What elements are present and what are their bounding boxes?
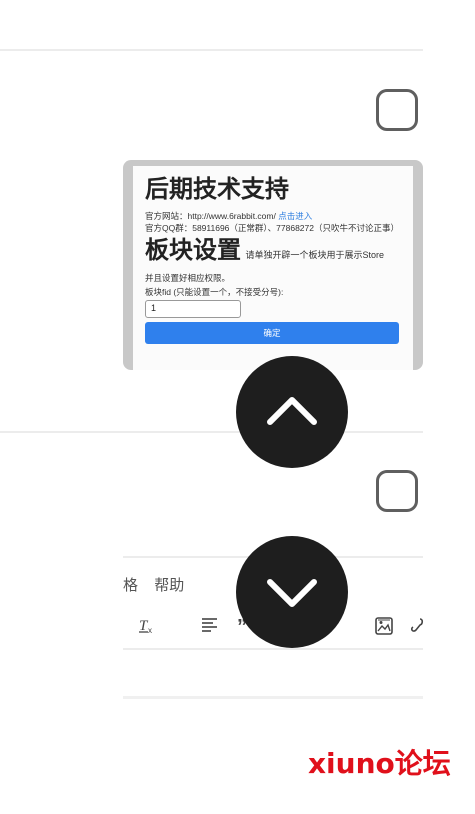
middle-divider xyxy=(0,431,423,433)
align-icon[interactable] xyxy=(201,616,219,639)
website-line: 官方网站：http://www.6rabbit.com/ 点击进入 xyxy=(145,210,407,222)
section-title: 板块设置 xyxy=(145,237,241,264)
fid-input[interactable]: 1 xyxy=(145,300,241,318)
plugin-settings-thumbnail[interactable]: 后期技术支持 官方网站：http://www.6rabbit.com/ 点击进入… xyxy=(123,160,423,370)
clear-format-icon[interactable]: Tx xyxy=(138,616,156,639)
permission-note: 并且设置好相应权限。 xyxy=(145,273,231,283)
fid-label: 板块fid (只能设置一个，不接受分号): xyxy=(145,287,284,297)
website-label: 官方网站：http://www.6rabbit.com/ xyxy=(145,211,276,221)
forum-watermark: xiuno论坛 xyxy=(308,747,451,780)
menu-item-table[interactable]: 格 xyxy=(123,577,138,594)
top-divider xyxy=(0,49,423,51)
image-icon[interactable] xyxy=(374,616,394,641)
website-link[interactable]: 点击进入 xyxy=(278,211,312,221)
section-title-row: 板块设置 请单独开辟一个板块用于展示Store xyxy=(145,236,407,270)
confirm-button[interactable]: 确定 xyxy=(145,322,399,344)
scroll-down-button[interactable] xyxy=(236,536,348,648)
section-description: 请单独开辟一个板块用于展示Store xyxy=(245,250,384,260)
select-checkbox-1[interactable] xyxy=(376,89,418,131)
editor-divider xyxy=(123,696,423,699)
support-heading: 后期技术支持 xyxy=(145,176,289,203)
editor-menu-bar: 格 帮助 xyxy=(123,574,196,595)
menu-item-help[interactable]: 帮助 xyxy=(154,577,184,594)
scroll-up-button[interactable] xyxy=(236,356,348,468)
svg-text:x: x xyxy=(148,626,152,634)
qq-line: 官方QQ群：58911696（正常群）、77868272（只吹牛不讨论正事） xyxy=(145,223,399,233)
chevron-down-icon xyxy=(267,579,317,607)
select-checkbox-2[interactable] xyxy=(376,470,418,512)
toolbar-divider-bottom xyxy=(123,648,423,650)
link-icon[interactable] xyxy=(410,616,424,641)
chevron-up-icon xyxy=(267,397,317,425)
thumbnail-content: 后期技术支持 官方网站：http://www.6rabbit.com/ 点击进入… xyxy=(133,166,413,370)
